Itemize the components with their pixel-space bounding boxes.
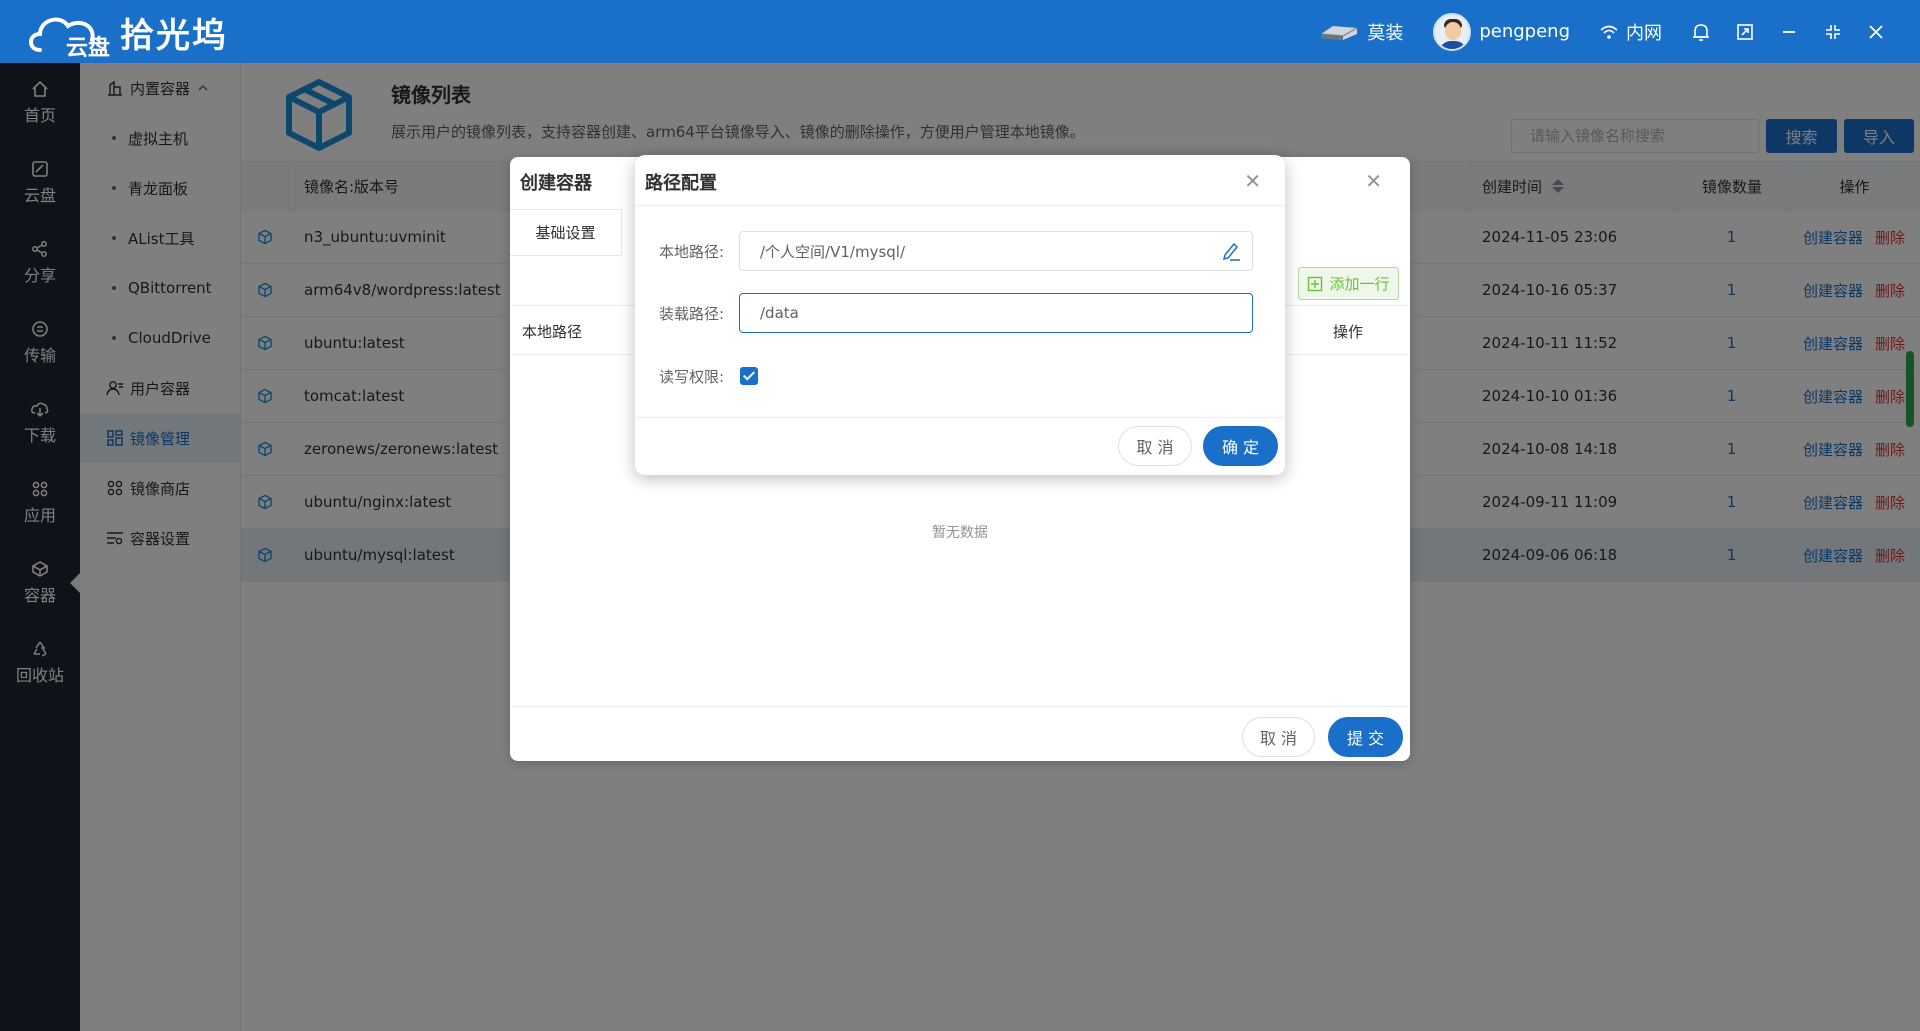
- avatar: [1433, 12, 1472, 51]
- restore-icon[interactable]: [1824, 23, 1842, 41]
- device-name: 莫装: [1367, 22, 1404, 44]
- picture-in-picture-icon[interactable]: [1736, 23, 1754, 41]
- app-logo: 云盘 拾光坞: [26, 6, 228, 61]
- cancel-button[interactable]: 取 消: [1242, 717, 1315, 757]
- tab-basic-settings[interactable]: 基础设置: [510, 209, 622, 256]
- wifi-icon: [1600, 25, 1618, 39]
- minimize-icon[interactable]: [1780, 23, 1798, 41]
- device-selector[interactable]: 莫装: [1319, 19, 1403, 45]
- cancel-button[interactable]: 取 消: [1118, 426, 1192, 466]
- bell-icon[interactable]: [1692, 22, 1710, 42]
- network-status[interactable]: 内网: [1600, 19, 1662, 45]
- close-window-icon[interactable]: [1868, 24, 1884, 40]
- submit-button[interactable]: 提 交: [1328, 717, 1403, 757]
- network-label: 内网: [1626, 22, 1662, 44]
- user-menu[interactable]: pengpeng: [1433, 12, 1570, 51]
- mount-path-label: 装载路径:: [659, 305, 725, 323]
- plus-square-icon: [1308, 276, 1323, 291]
- col-volume-actions: 操作: [1333, 323, 1364, 341]
- dialog-title: 创建容器: [520, 173, 592, 194]
- empty-state: 暂无数据: [932, 525, 988, 541]
- local-path-label: 本地路径:: [659, 243, 725, 261]
- cloud-logo-icon: 云盘: [26, 6, 116, 61]
- local-path-field[interactable]: /个人空间/V1/mysql/: [739, 231, 1253, 271]
- top-bar: 云盘 拾光坞 莫装 pengpeng 内网: [0, 0, 1920, 63]
- logo-name: 拾光坞: [120, 15, 228, 56]
- logo-small-text: 云盘: [66, 36, 111, 61]
- dialog-title: 路径配置: [645, 173, 717, 194]
- col-local-path: 本地路径: [522, 323, 583, 341]
- hard-drive-icon: [1321, 25, 1358, 40]
- username: pengpeng: [1479, 21, 1570, 42]
- close-icon[interactable]: ✕: [1365, 169, 1382, 193]
- edit-pen-icon[interactable]: [1220, 240, 1242, 262]
- add-row-button[interactable]: 添加一行: [1298, 267, 1399, 300]
- mount-path-input[interactable]: /data: [739, 293, 1253, 333]
- path-config-dialog: 路径配置 ✕ 本地路径: /个人空间/V1/mysql/ 装载路径: /data…: [635, 155, 1285, 475]
- close-icon[interactable]: ✕: [1244, 169, 1261, 193]
- rw-permission-label: 读写权限:: [659, 368, 725, 386]
- confirm-button[interactable]: 确 定: [1203, 426, 1278, 466]
- rw-permission-checkbox[interactable]: [740, 367, 758, 385]
